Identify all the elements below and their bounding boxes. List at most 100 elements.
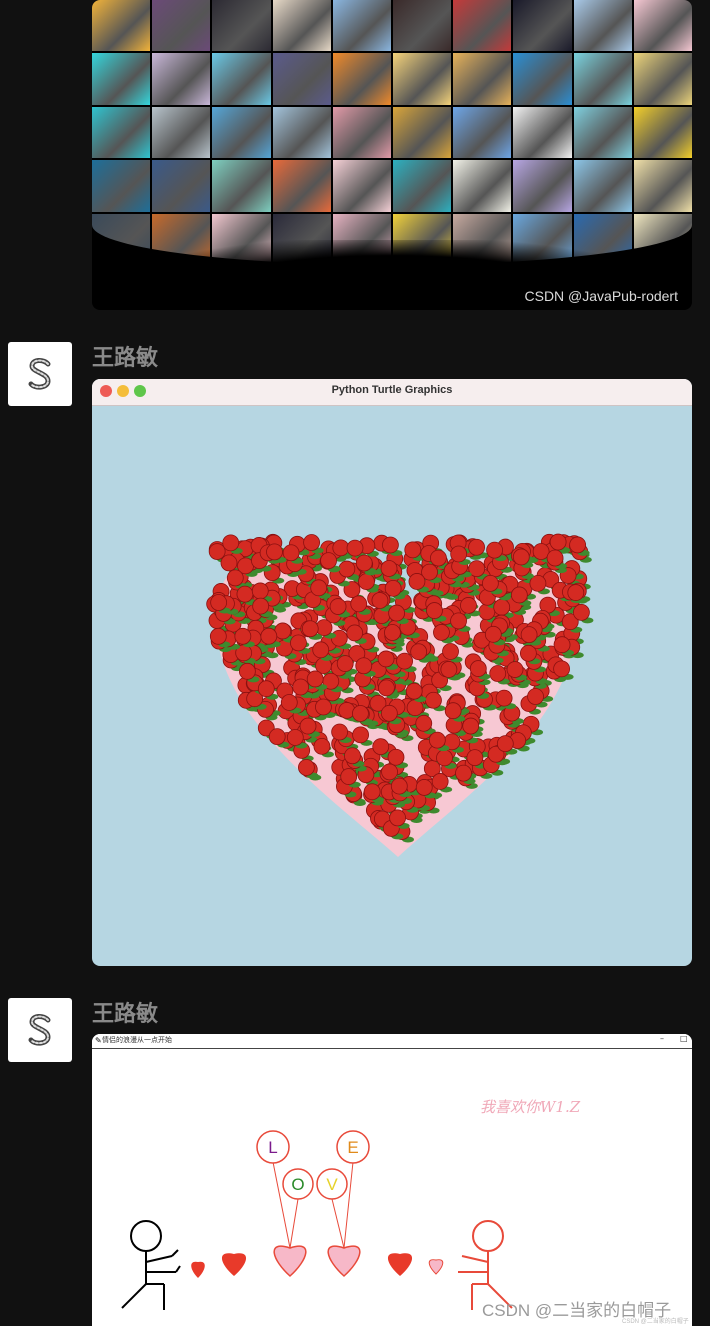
photo-tile bbox=[393, 106, 452, 159]
rose bbox=[266, 543, 283, 561]
balloon-letter-v: V bbox=[326, 1175, 338, 1194]
rose bbox=[301, 620, 319, 638]
photo-tile bbox=[453, 0, 512, 52]
rose bbox=[299, 717, 317, 735]
rose bbox=[450, 545, 468, 563]
photo-tile bbox=[453, 53, 512, 105]
rose bbox=[405, 682, 423, 700]
rose bbox=[519, 644, 537, 662]
rose bbox=[352, 705, 369, 722]
rose bbox=[257, 680, 275, 698]
rose bbox=[387, 748, 405, 766]
rose bbox=[390, 777, 408, 795]
photo-tile bbox=[633, 53, 692, 105]
balloon-heart bbox=[327, 1245, 361, 1278]
photo-tile bbox=[92, 0, 151, 52]
avatar[interactable] bbox=[8, 342, 72, 406]
rose bbox=[377, 650, 395, 668]
rose bbox=[251, 582, 269, 600]
rose bbox=[506, 661, 524, 678]
rose bbox=[320, 552, 337, 570]
rose bbox=[340, 768, 358, 785]
photo-tile bbox=[272, 160, 331, 212]
rose bbox=[396, 652, 413, 670]
heart-icon bbox=[428, 1259, 444, 1275]
heart-icon bbox=[221, 1253, 247, 1276]
rose bbox=[510, 586, 528, 604]
avatar[interactable] bbox=[8, 998, 72, 1062]
rose bbox=[549, 533, 567, 551]
photo-tile bbox=[92, 53, 151, 105]
photo-tile bbox=[453, 106, 512, 159]
rose bbox=[268, 728, 286, 746]
photo-tile bbox=[453, 160, 512, 212]
rose bbox=[567, 584, 585, 601]
photo-tile bbox=[152, 106, 211, 159]
rose bbox=[444, 702, 462, 720]
rose bbox=[378, 679, 395, 697]
rose bbox=[404, 541, 422, 559]
rose bbox=[350, 595, 368, 613]
s-logo-icon bbox=[28, 1014, 51, 1046]
rose bbox=[346, 539, 364, 557]
image-watermark: CSDN @JavaPub-rodert bbox=[524, 288, 679, 304]
photo-tile bbox=[212, 106, 271, 159]
photo-tile bbox=[393, 0, 452, 52]
rose bbox=[312, 641, 330, 659]
rose bbox=[553, 660, 570, 678]
photo-tile bbox=[513, 106, 572, 159]
rose bbox=[355, 554, 373, 572]
photo-tile bbox=[573, 160, 632, 212]
photo-wall-image[interactable]: CSDN @JavaPub-rodert bbox=[92, 0, 692, 310]
rose bbox=[286, 729, 304, 746]
photo-tile bbox=[272, 106, 331, 159]
rose bbox=[252, 597, 270, 615]
photo-tile bbox=[513, 53, 572, 105]
photo-tile bbox=[92, 160, 151, 212]
photo-tile bbox=[212, 160, 271, 212]
photo-tile bbox=[152, 53, 211, 105]
love-window-image[interactable]: ✎ 情侣的浪漫从一点开始 – □ 我喜欢你W1.Z L O V E CSDN @… bbox=[92, 1034, 692, 1326]
rose bbox=[226, 569, 244, 587]
rose bbox=[388, 604, 406, 622]
rose bbox=[331, 723, 349, 741]
rose bbox=[460, 597, 477, 614]
rose bbox=[455, 764, 472, 782]
photo-tile bbox=[573, 0, 632, 52]
rose bbox=[332, 539, 350, 557]
rose bbox=[468, 538, 485, 556]
sender-name: 王路敏 bbox=[92, 346, 159, 371]
rose bbox=[384, 624, 401, 641]
rose bbox=[495, 689, 513, 707]
rose bbox=[352, 726, 369, 744]
photo-tile bbox=[272, 53, 331, 105]
rose bbox=[380, 704, 398, 722]
photo-tile bbox=[152, 0, 211, 52]
rose bbox=[382, 536, 399, 554]
photo-tile bbox=[212, 0, 271, 52]
rose bbox=[280, 694, 298, 711]
photo-tile bbox=[92, 106, 151, 159]
photo-tile bbox=[152, 160, 211, 212]
rose bbox=[363, 783, 381, 801]
rose bbox=[338, 702, 356, 719]
rose bbox=[520, 626, 538, 644]
rose bbox=[436, 749, 453, 767]
rose bbox=[389, 809, 407, 827]
photo-tile bbox=[393, 53, 452, 105]
rose bbox=[210, 594, 228, 611]
rose bbox=[415, 779, 433, 796]
turtle-window-image[interactable]: Python Turtle Graphics bbox=[92, 379, 692, 966]
photo-tile bbox=[633, 0, 692, 52]
photo-tile bbox=[332, 160, 391, 212]
rose bbox=[330, 629, 348, 647]
rose bbox=[315, 698, 332, 716]
rose bbox=[425, 691, 442, 709]
rose bbox=[313, 737, 331, 755]
rose bbox=[234, 627, 252, 645]
rose bbox=[306, 670, 324, 688]
photo-tile bbox=[332, 53, 391, 105]
rose bbox=[380, 560, 398, 577]
photo-tile bbox=[633, 106, 692, 159]
rose bbox=[484, 625, 502, 643]
